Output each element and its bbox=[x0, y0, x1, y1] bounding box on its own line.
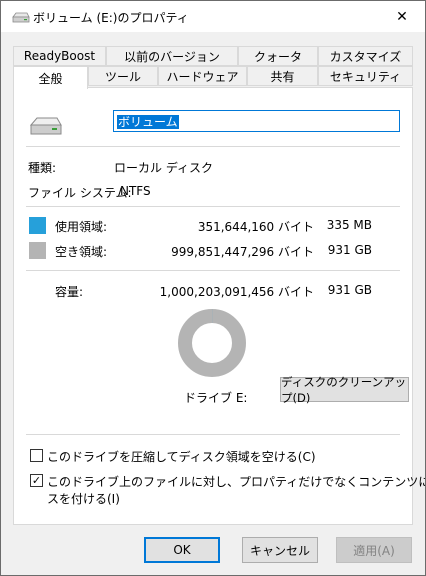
tab-sharing[interactable]: 共有 bbox=[247, 66, 318, 86]
drive-letter-label: ドライブ E: bbox=[184, 391, 248, 405]
used-space-size: 335 MB bbox=[326, 218, 372, 232]
filesystem-label: ファイル システム: bbox=[28, 186, 132, 200]
divider bbox=[26, 146, 400, 147]
close-button[interactable]: ✕ bbox=[379, 1, 425, 32]
window-title: ボリューム (E:)のプロパティ bbox=[33, 11, 189, 25]
index-label-line2[interactable]: スを付ける(I) bbox=[47, 490, 120, 507]
general-tab-panel: ボリューム 種類: ローカル ディスク ファイル システム: NTFS 使用領域… bbox=[13, 87, 425, 525]
volume-name-input[interactable]: ボリューム bbox=[113, 110, 400, 132]
filesystem-value: NTFS bbox=[120, 184, 151, 198]
cancel-button[interactable]: キャンセル bbox=[242, 537, 318, 563]
check-icon: ✓ bbox=[31, 474, 42, 487]
used-space-bytes: 351,644,160 バイト bbox=[197, 220, 314, 234]
tab-general[interactable]: 全般 bbox=[13, 66, 88, 89]
title-bar: ボリューム (E:)のプロパティ ✕ bbox=[1, 1, 425, 32]
index-checkbox[interactable]: ✓ bbox=[30, 474, 43, 487]
volume-name-value: ボリューム bbox=[117, 115, 179, 129]
capacity-bytes: 1,000,203,091,456 バイト bbox=[159, 285, 314, 299]
free-space-swatch bbox=[29, 242, 46, 259]
divider bbox=[26, 206, 400, 207]
properties-window: ボリューム (E:)のプロパティ ✕ ReadyBoost 以前のバージョン ク… bbox=[0, 0, 426, 576]
apply-button[interactable]: 適用(A) bbox=[336, 537, 412, 563]
type-label: 種類: bbox=[28, 161, 57, 175]
type-value: ローカル ディスク bbox=[114, 161, 213, 175]
capacity-size: 931 GB bbox=[327, 283, 372, 297]
disk-cleanup-button[interactable]: ディスクのクリーンアップ(D) bbox=[280, 375, 409, 405]
tab-hardware[interactable]: ハードウェア bbox=[158, 66, 247, 86]
ok-button[interactable]: OK bbox=[144, 537, 220, 563]
divider bbox=[26, 270, 400, 271]
disk-usage-donut bbox=[178, 309, 246, 377]
free-space-ring bbox=[178, 309, 246, 377]
close-icon: ✕ bbox=[396, 8, 408, 25]
used-space-swatch bbox=[29, 217, 46, 234]
tab-previous-versions[interactable]: 以前のバージョン bbox=[106, 46, 238, 66]
free-space-size: 931 GB bbox=[327, 243, 372, 257]
tab-quota[interactable]: クォータ bbox=[238, 46, 318, 66]
drive-icon bbox=[12, 12, 30, 23]
compress-label[interactable]: このドライブを圧縮してディスク領域を空ける(C) bbox=[47, 448, 316, 465]
free-space-bytes: 999,851,447,296 バイト bbox=[171, 245, 314, 259]
capacity-label: 容量: bbox=[55, 285, 84, 299]
drive-icon bbox=[29, 117, 62, 135]
divider bbox=[26, 434, 400, 435]
free-space-label: 空き領域: bbox=[55, 245, 108, 259]
tab-readyboost[interactable]: ReadyBoost bbox=[13, 46, 106, 66]
index-label-line1[interactable]: このドライブ上のファイルに対し、プロパティだけでなくコンテンツにもインデック bbox=[47, 473, 425, 490]
compress-checkbox[interactable] bbox=[30, 449, 43, 462]
used-space-label: 使用領域: bbox=[55, 220, 108, 234]
tab-security[interactable]: セキュリティ bbox=[318, 66, 413, 86]
tab-customize[interactable]: カスタマイズ bbox=[318, 46, 413, 66]
tab-tools[interactable]: ツール bbox=[88, 66, 158, 86]
